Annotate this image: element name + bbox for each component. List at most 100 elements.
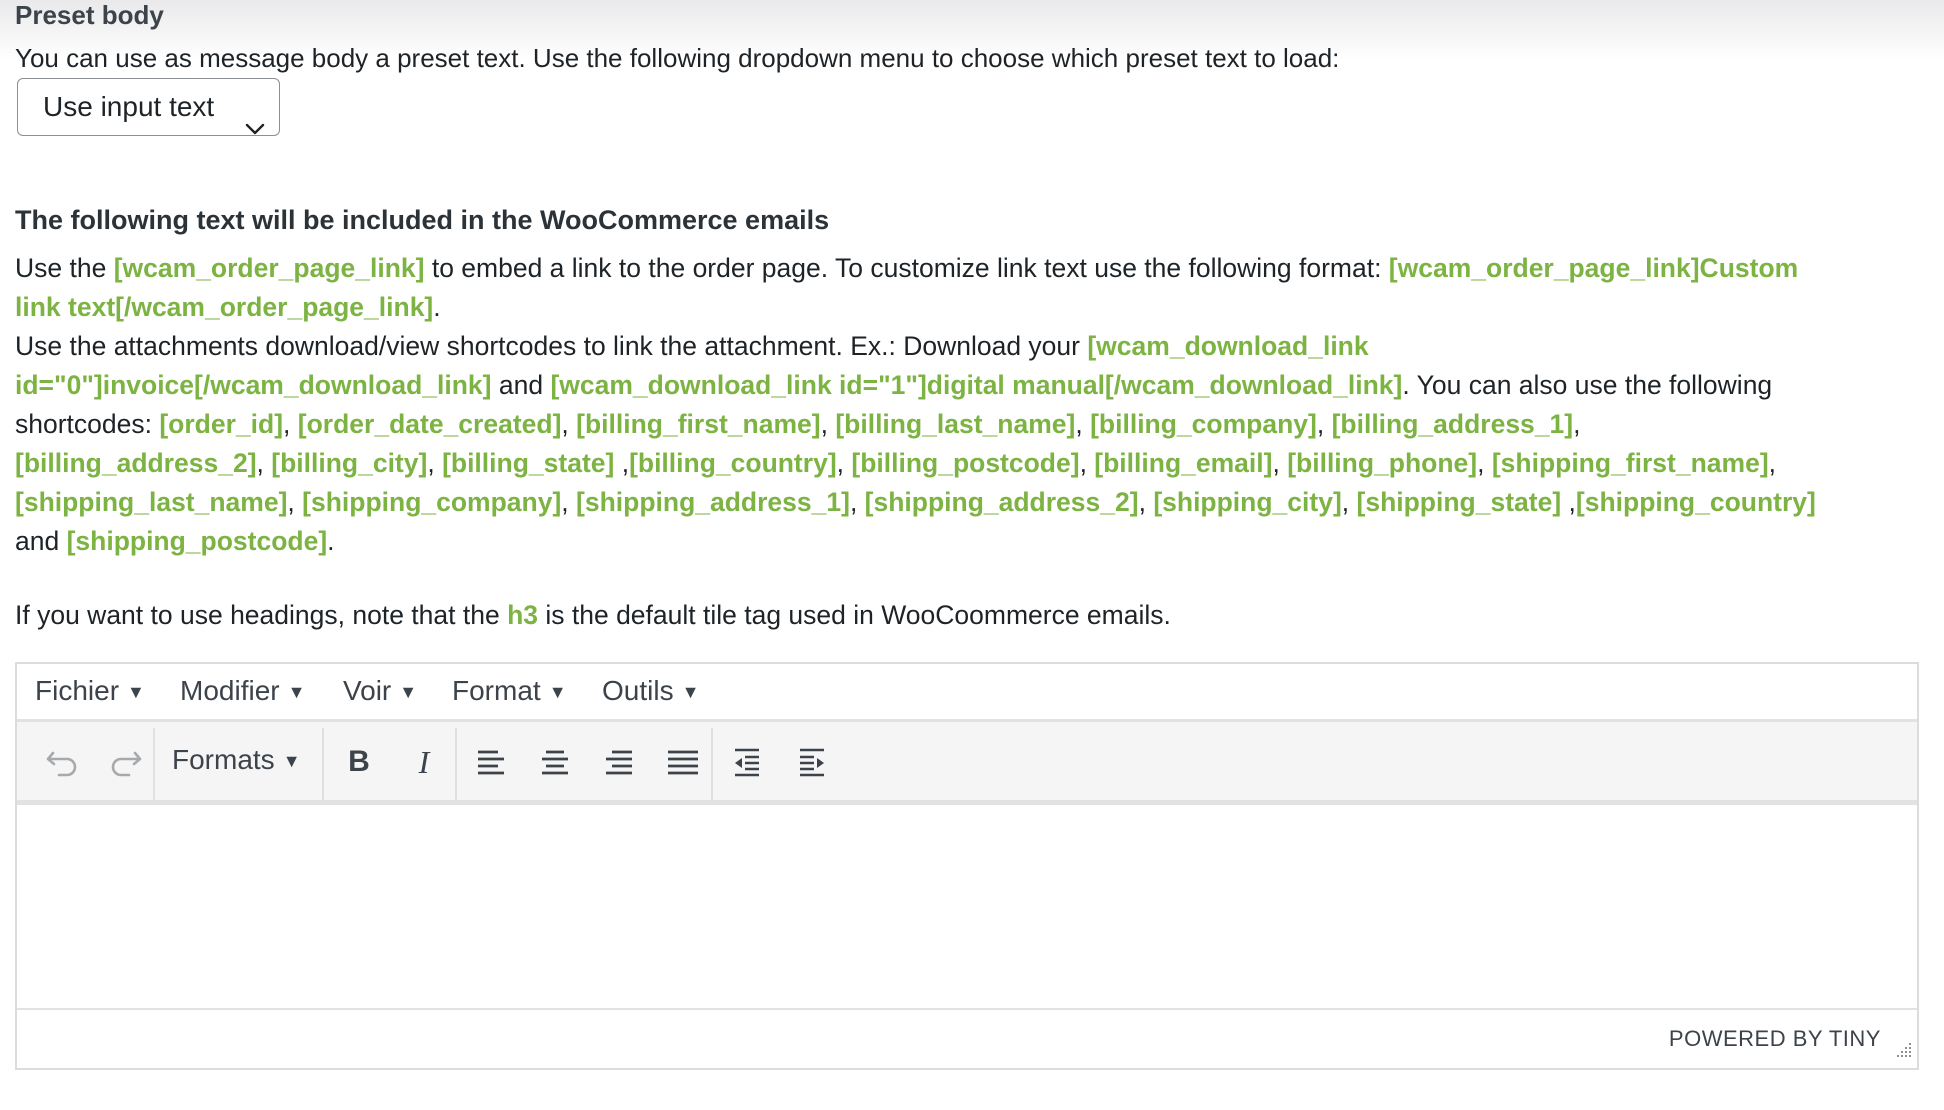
shortcode: [shipping_postcode]	[66, 526, 328, 556]
indent-button[interactable]	[790, 740, 834, 784]
shortcode: [billing_first_name]	[576, 409, 821, 439]
shortcode: [wcam_download_link	[1087, 331, 1369, 361]
separator: ,	[849, 487, 865, 517]
menu-format[interactable]: Format ▼	[452, 674, 567, 709]
powered-by-tiny-link[interactable]: POWERED BY TINY	[1669, 1026, 1881, 1052]
preset-text-dropdown[interactable]: Use input text	[17, 78, 280, 136]
align-center-icon	[542, 750, 568, 775]
caret-down-icon: ▼	[399, 682, 418, 702]
formats-dropdown[interactable]: Formats ▼	[172, 742, 301, 779]
separator: ,	[1079, 448, 1095, 478]
menu-label: Format	[452, 675, 541, 706]
separator: ,	[1573, 409, 1581, 439]
menu-fichier[interactable]: Fichier ▼	[35, 674, 145, 709]
menu-voir[interactable]: Voir ▼	[343, 674, 417, 709]
shortcode: link text[/wcam_order_page_link]	[15, 292, 434, 322]
formats-label: Formats	[172, 744, 275, 775]
menu-modifier[interactable]: Modifier ▼	[180, 674, 305, 709]
toolbar-divider	[322, 728, 324, 800]
align-justify-icon	[668, 750, 698, 775]
included-text-heading: The following text will be included in t…	[15, 205, 830, 235]
separator: ,	[427, 448, 443, 478]
text-span: and	[491, 370, 551, 400]
shortcode: [billing_postcode]	[851, 448, 1080, 478]
headings-note: If you want to use headings, note that t…	[15, 598, 1171, 632]
shortcode: [billing_address_2]	[15, 448, 257, 478]
redo-button[interactable]	[103, 740, 147, 784]
shortcode: [wcam_order_page_link]	[113, 253, 425, 283]
shortcode: [billing_state]	[442, 448, 615, 478]
shortcode: id="0"]invoice[/wcam_download_link]	[15, 370, 492, 400]
shortcode: [order_id]	[159, 409, 284, 439]
align-right-icon	[606, 750, 632, 775]
separator: ,	[1316, 409, 1332, 439]
separator: ,	[836, 448, 852, 478]
menu-label: Voir	[343, 675, 392, 706]
italic-icon: I	[418, 743, 430, 780]
shortcode: [shipping_company]	[302, 487, 562, 517]
indent-icon	[800, 748, 824, 777]
shortcode: [order_date_created]	[297, 409, 562, 439]
text-span: and	[15, 526, 67, 556]
outdent-button[interactable]	[725, 740, 769, 784]
shortcode: [shipping_first_name]	[1491, 448, 1769, 478]
text-span: .	[433, 292, 441, 322]
shortcode: [shipping_address_2]	[864, 487, 1139, 517]
shortcode: [billing_country]	[629, 448, 837, 478]
italic-button[interactable]: I	[402, 740, 446, 784]
editor-toolbar: Formats ▼ B I	[17, 719, 1917, 805]
separator: ,	[283, 409, 298, 439]
justify-button[interactable]	[661, 740, 705, 784]
text-span: shortcodes:	[15, 409, 160, 439]
undo-icon	[46, 751, 77, 777]
shortcode: [wcam_order_page_link]Custom	[1388, 253, 1799, 283]
editor-menubar: Fichier ▼ Modifier ▼ Voir ▼ Format ▼ Outils ▼	[17, 664, 1917, 719]
text-span: If you want to use headings, note that t…	[15, 600, 508, 630]
shortcode: [billing_company]	[1090, 409, 1317, 439]
heading-tag: h3	[507, 600, 538, 630]
shortcode: [billing_last_name]	[835, 409, 1076, 439]
align-left-button[interactable]	[469, 740, 513, 784]
caret-down-icon: ▼	[127, 682, 145, 702]
instructions-line-3: Use the attachments download/view shortc…	[15, 327, 1915, 366]
separator: ,	[1768, 448, 1777, 478]
bold-icon: B	[348, 745, 370, 778]
separator: ,	[1075, 409, 1091, 439]
menu-outils[interactable]: Outils ▼	[602, 674, 699, 709]
text-span: Use the	[15, 253, 114, 283]
separator: ,	[614, 448, 630, 478]
text-span: to embed a link to the order page. To cu…	[424, 253, 1389, 283]
text-span: . You can also use the following	[1402, 370, 1773, 400]
text-span: is the default tile tag used in WooCoomm…	[538, 600, 1171, 630]
instructions-line-2: link text[/wcam_order_page_link].	[15, 288, 1915, 327]
menu-label: Outils	[602, 675, 674, 706]
editor-content-area[interactable]	[17, 805, 1917, 1010]
separator: ,	[1272, 448, 1288, 478]
separator: ,	[287, 487, 303, 517]
separator: ,	[256, 448, 272, 478]
separator: ,	[1561, 487, 1576, 517]
separator: ,	[561, 409, 577, 439]
toolbar-divider	[711, 728, 713, 800]
tinymce-editor: Fichier ▼ Modifier ▼ Voir ▼ Format ▼ Outils ▼…	[15, 662, 1919, 1070]
caret-down-icon: ▼	[282, 751, 301, 771]
menu-label: Fichier	[35, 675, 120, 706]
align-center-button[interactable]	[533, 740, 577, 784]
chevron-down-icon	[245, 99, 265, 154]
shortcode: [billing_address_1]	[1331, 409, 1574, 439]
shortcode: [billing_phone]	[1287, 448, 1478, 478]
align-right-button[interactable]	[597, 740, 641, 784]
bold-button[interactable]: B	[337, 740, 381, 784]
instructions-line-8: and [shipping_postcode].	[15, 522, 1915, 561]
shortcode: [wcam_download_link id="1"]digital manua…	[550, 370, 1403, 400]
resize-handle-icon[interactable]	[1895, 1041, 1913, 1064]
undo-button[interactable]	[41, 740, 85, 784]
align-left-icon	[478, 750, 504, 775]
outdent-icon	[735, 748, 759, 777]
instructions-line-6: [billing_address_2], [billing_city], [bi…	[15, 444, 1915, 483]
toolbar-divider	[153, 728, 155, 800]
caret-down-icon: ▼	[287, 682, 306, 702]
caret-down-icon: ▼	[548, 682, 567, 702]
preset-text-dropdown-value: Use input text	[43, 91, 215, 122]
shortcode: [shipping_state]	[1356, 487, 1562, 517]
